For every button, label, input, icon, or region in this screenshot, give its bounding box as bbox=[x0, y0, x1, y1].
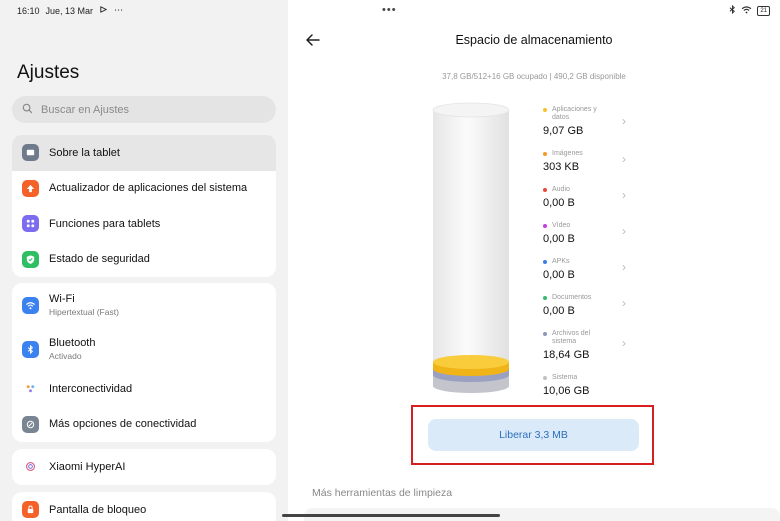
arrow-up-icon bbox=[22, 179, 39, 197]
sidebar-item-more-connectivity[interactable]: Más opciones de conectividad bbox=[12, 407, 276, 443]
link-icon bbox=[22, 415, 39, 433]
sidebar-item-label: Pantalla de bloqueo bbox=[49, 503, 147, 516]
sidebar-item-interconnectivity[interactable]: Interconectividad bbox=[12, 371, 276, 407]
sidebar-item-label: Actualizador de aplicaciones del sistema bbox=[49, 182, 248, 195]
category-name: Vídeo bbox=[552, 222, 571, 229]
category-video[interactable]: Vídeo 0,00 B › bbox=[543, 222, 633, 245]
sidebar-item-label: Wi-Fi bbox=[49, 293, 75, 305]
storage-panel: ••• 21 Espacio de almacenamiento 37,8 GB… bbox=[288, 0, 780, 521]
sidebar-item-lock-screen[interactable]: Pantalla de bloqueo bbox=[12, 492, 276, 521]
sidebar-item-label: Bluetooth bbox=[49, 337, 96, 349]
tablet-icon bbox=[22, 144, 39, 162]
sidebar-item-sublabel: Activado bbox=[49, 351, 82, 361]
category-value: 9,07 GB bbox=[543, 125, 584, 137]
category-value: 0,00 B bbox=[543, 305, 575, 317]
search-bar[interactable] bbox=[12, 96, 276, 123]
status-time: 16:10 bbox=[17, 5, 40, 16]
search-icon bbox=[22, 101, 33, 119]
sidebar-item-about-tablet[interactable]: Sobre la tablet bbox=[12, 135, 276, 171]
wifi-status-icon bbox=[741, 5, 752, 16]
chevron-right-icon: › bbox=[622, 152, 626, 166]
page-title: Ajustes bbox=[17, 62, 80, 83]
category-apks[interactable]: APKs 0,00 B › bbox=[543, 258, 633, 281]
category-value: 18,64 GB bbox=[543, 349, 590, 361]
settings-group-device: Sobre la tablet Actualizador de aplicaci… bbox=[12, 135, 276, 277]
apps-color-dot bbox=[543, 108, 547, 112]
sidebar-item-sublabel: Hipertextual (Fast) bbox=[49, 307, 119, 317]
home-indicator[interactable] bbox=[282, 514, 500, 517]
apks-color-dot bbox=[543, 260, 547, 264]
sidebar-item-security-status[interactable]: Estado de seguridad bbox=[12, 242, 276, 278]
sidebar-item-app-updater[interactable]: Actualizador de aplicaciones del sistema bbox=[12, 171, 276, 207]
status-bar-left: 16:10 Jue, 13 Mar ⋯ bbox=[17, 5, 124, 16]
sidebar-item-label: Estado de seguridad bbox=[49, 253, 150, 266]
storage-cylinder-graphic bbox=[432, 102, 510, 393]
category-name: Documentos bbox=[552, 294, 592, 301]
category-value: 0,00 B bbox=[543, 233, 575, 245]
more-cleaning-tools-label: Más herramientas de limpieza bbox=[312, 487, 453, 499]
settings-group-lockscreen: Pantalla de bloqueo bbox=[12, 492, 276, 521]
sidebar-item-tablet-features[interactable]: Funciones para tablets bbox=[12, 206, 276, 242]
chevron-right-icon: › bbox=[622, 260, 626, 274]
wifi-icon bbox=[22, 296, 39, 314]
video-color-dot bbox=[543, 224, 547, 228]
category-name: APKs bbox=[552, 258, 570, 265]
system-color-dot bbox=[543, 376, 547, 380]
category-value: 303 KB bbox=[543, 161, 580, 173]
category-name: Audio bbox=[552, 186, 570, 193]
system-files-color-dot bbox=[543, 332, 547, 336]
sidebar-item-label: Funciones para tablets bbox=[49, 217, 161, 230]
bluetooth-icon bbox=[22, 340, 39, 358]
sidebar-item-label: Interconectividad bbox=[49, 382, 133, 395]
nfc-icon bbox=[99, 5, 108, 16]
settings-sidebar: 16:10 Jue, 13 Mar ⋯ Ajustes Sobre la tab… bbox=[0, 0, 288, 521]
sidebar-item-label: Xiaomi HyperAI bbox=[49, 460, 126, 473]
lock-icon bbox=[22, 501, 39, 519]
documents-color-dot bbox=[543, 296, 547, 300]
status-more: ⋯ bbox=[114, 5, 125, 15]
storage-title: Espacio de almacenamiento bbox=[455, 33, 613, 47]
shield-icon bbox=[22, 250, 39, 268]
chevron-right-icon: › bbox=[622, 336, 626, 350]
category-value: 0,00 B bbox=[543, 269, 575, 281]
chevron-right-icon: › bbox=[622, 188, 626, 202]
category-apps[interactable]: Aplicaciones y datos 9,07 GB › bbox=[543, 106, 633, 137]
category-documents[interactable]: Documentos 0,00 B › bbox=[543, 294, 633, 317]
category-audio[interactable]: Audio 0,00 B › bbox=[543, 186, 633, 209]
chevron-right-icon: › bbox=[622, 114, 626, 128]
category-value: 0,00 B bbox=[543, 197, 575, 209]
free-up-button[interactable]: Liberar 3,3 MB bbox=[428, 419, 639, 451]
settings-group-connectivity: Wi-Fi Hipertextual (Fast) Bluetooth Acti… bbox=[12, 283, 276, 442]
category-name: Archivos del sistema bbox=[552, 330, 591, 345]
category-name: Sistema bbox=[552, 374, 578, 381]
chevron-right-icon: › bbox=[622, 296, 626, 310]
category-name: Aplicaciones y datos bbox=[552, 106, 597, 121]
images-color-dot bbox=[543, 152, 547, 156]
bluetooth-status-icon bbox=[729, 4, 736, 16]
interconnect-icon bbox=[22, 380, 39, 398]
hyperai-icon bbox=[22, 458, 39, 476]
sidebar-item-wifi[interactable]: Wi-Fi Hipertextual (Fast) bbox=[12, 283, 276, 327]
search-input[interactable] bbox=[41, 103, 261, 116]
settings-group-hyperai: Xiaomi HyperAI bbox=[12, 449, 276, 485]
sidebar-item-label: Más opciones de conectividad bbox=[49, 418, 197, 431]
grid-icon bbox=[22, 215, 39, 233]
storage-summary: 37,8 GB/512+16 GB ocupado | 490,2 GB dis… bbox=[442, 72, 626, 81]
sidebar-item-bluetooth[interactable]: Bluetooth Activado bbox=[12, 327, 276, 371]
category-value: 10,06 GB bbox=[543, 385, 590, 397]
battery-icon: 21 bbox=[757, 5, 770, 16]
chevron-right-icon: › bbox=[622, 224, 626, 238]
status-bar-right: 21 bbox=[729, 4, 770, 16]
category-name: Imágenes bbox=[552, 150, 583, 157]
category-system-files[interactable]: Archivos del sistema 18,64 GB › bbox=[543, 330, 633, 361]
sidebar-item-hyperai[interactable]: Xiaomi HyperAI bbox=[12, 449, 276, 485]
sidebar-item-label: Sobre la tablet bbox=[49, 146, 120, 159]
audio-color-dot bbox=[543, 188, 547, 192]
multitask-handle[interactable]: ••• bbox=[382, 4, 397, 16]
category-images[interactable]: Imágenes 303 KB › bbox=[543, 150, 633, 173]
status-date: Jue, 13 Mar bbox=[45, 5, 94, 16]
category-system: Sistema 10,06 GB bbox=[543, 374, 633, 397]
